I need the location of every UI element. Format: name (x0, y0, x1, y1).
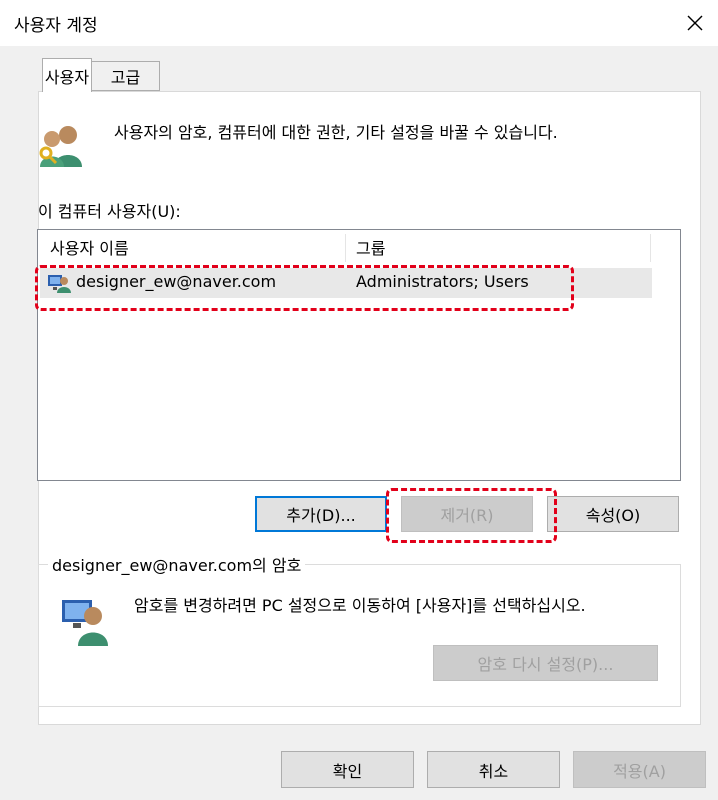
tab-advanced[interactable]: 고급 (91, 61, 160, 91)
reset-password-button[interactable]: 암호 다시 설정(P)... (433, 645, 658, 681)
password-info-text: 암호를 변경하려면 PC 설정으로 이동하여 [사용자]를 선택하십시오. (134, 596, 586, 615)
column-separator (650, 234, 651, 262)
users-listview[interactable]: 사용자 이름 그룹 designer_ew@naver.com Administ… (37, 229, 681, 481)
column-header-username[interactable]: 사용자 이름 (50, 230, 129, 264)
cancel-button[interactable]: 취소 (427, 751, 560, 788)
ok-button[interactable]: 확인 (281, 751, 414, 788)
add-user-button[interactable]: 추가(D)... (255, 496, 387, 532)
user-row-icon (48, 275, 71, 293)
password-group-legend: designer_ew@naver.com의 암호 (48, 552, 306, 576)
intro-text: 사용자의 암호, 컴퓨터에 대한 권한, 기타 설정을 바꿀 수 있습니다. (114, 123, 558, 142)
remove-user-button[interactable]: 제거(R) (401, 496, 533, 532)
users-list-label: 이 컴퓨터 사용자(U): (38, 202, 181, 221)
table-row[interactable]: designer_ew@naver.com Administrators; Us… (40, 268, 652, 298)
password-groupbox (38, 564, 681, 707)
properties-button[interactable]: 속성(O) (547, 496, 679, 532)
user-monitor-icon (62, 600, 108, 646)
row-username: designer_ew@naver.com (76, 272, 277, 291)
column-header-group[interactable]: 그룹 (356, 230, 385, 264)
window-title: 사용자 계정 (14, 16, 98, 36)
users-key-icon (39, 126, 82, 167)
list-header: 사용자 이름 그룹 (38, 230, 652, 264)
title-bar: 사용자 계정 (0, 0, 718, 46)
close-button[interactable] (672, 0, 718, 46)
column-separator (345, 234, 346, 262)
close-icon (687, 15, 703, 31)
row-group: Administrators; Users (356, 272, 529, 291)
apply-button[interactable]: 적용(A) (573, 751, 706, 788)
tab-users[interactable]: 사용자 (42, 58, 92, 92)
